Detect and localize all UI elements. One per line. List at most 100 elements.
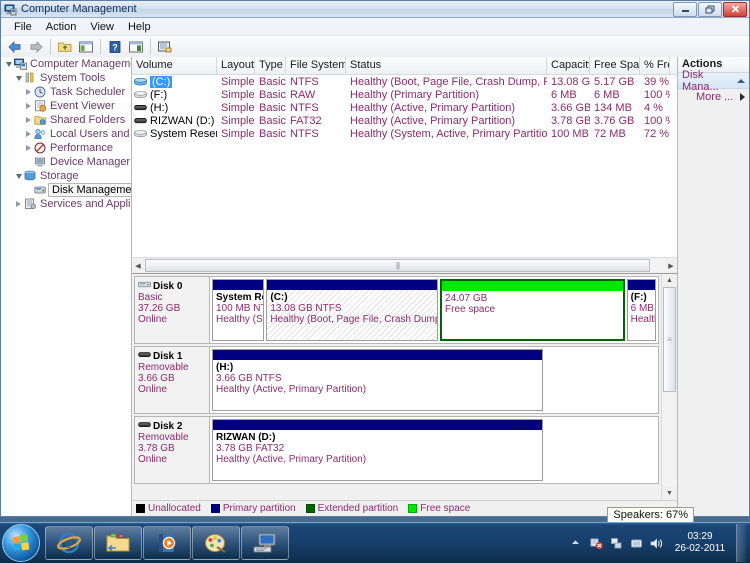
internet-explorer-icon[interactable]: e xyxy=(45,526,93,560)
menu-view[interactable]: View xyxy=(83,20,121,34)
properties-icon[interactable] xyxy=(126,37,146,56)
disk-row[interactable]: Disk 2 Removable 3.78 GB Online RIZWAN (D:) 3… xyxy=(134,416,659,484)
volume-row[interactable]: System Reserved Simple Basic NTFS Healthy (S… xyxy=(132,127,677,140)
back-icon[interactable] xyxy=(5,37,25,56)
vscroll-down-arrow[interactable]: ▼ xyxy=(663,487,676,500)
disk-info[interactable]: Disk 2 Removable 3.78 GB Online xyxy=(135,417,210,483)
tree-expander[interactable] xyxy=(13,173,24,179)
column-header-type[interactable]: Type xyxy=(255,57,286,74)
computer-management-taskbar-icon[interactable] xyxy=(241,526,289,560)
up-folder-icon[interactable] xyxy=(55,37,75,56)
tree-item-services-and-application[interactable]: Services and Application xyxy=(1,197,131,211)
computer-management-window: Computer Management File Action View Hel… xyxy=(0,0,750,517)
help-icon[interactable]: ? xyxy=(105,37,125,56)
column-header-capacity[interactable]: Capacity xyxy=(547,57,590,74)
cell-file-system: RAW xyxy=(290,88,316,101)
vscroll-up-arrow[interactable]: ▲ xyxy=(663,274,676,287)
show-hidden-icons-icon[interactable] xyxy=(569,536,584,551)
volume-list-hscrollbar[interactable]: ◀ ||| ▶ xyxy=(132,257,677,273)
partition-block[interactable]: 24.07 GB Free space xyxy=(440,279,625,341)
restore-button[interactable] xyxy=(698,1,722,17)
column-header-free-space[interactable]: Free Space xyxy=(590,57,640,74)
paint-icon[interactable] xyxy=(192,526,240,560)
device-manager-icon xyxy=(34,156,48,169)
volume-row[interactable]: RIZWAN (D:) Simple Basic FAT32 Healthy (Acti… xyxy=(132,114,677,127)
partition-block[interactable]: (F:)6 MB IHealth xyxy=(626,279,656,341)
start-button[interactable] xyxy=(2,524,40,562)
volume-icon[interactable] xyxy=(649,536,664,551)
taskbar-items: e xyxy=(45,526,289,560)
tree-root[interactable]: Computer Management (Lo xyxy=(1,57,131,71)
tree-expander[interactable] xyxy=(23,89,34,95)
column-header-status[interactable]: Status xyxy=(346,57,547,74)
column-header-file-system[interactable]: File System xyxy=(286,57,346,74)
vscroll-thumb[interactable]: ≡ xyxy=(663,287,676,392)
volume-row[interactable]: (F:) Simple Basic RAW Healthy (Primary Parti… xyxy=(132,88,677,101)
volume-list-header[interactable]: Volume Layout Type File System Status Capacit… xyxy=(132,57,677,75)
cell-percent-free: 4 % xyxy=(644,101,663,114)
console-tree[interactable]: Computer Management (Lo System Tools Task… xyxy=(1,57,132,516)
menu-action[interactable]: Action xyxy=(39,20,84,34)
partition-block[interactable]: (H:) 3.66 GB NTFS Healthy (Active, Primary… xyxy=(212,349,543,411)
tree-expander[interactable] xyxy=(23,103,34,109)
tree-expander[interactable] xyxy=(13,201,24,207)
cell-layout: Simple xyxy=(221,88,255,101)
tree-item-system-tools[interactable]: System Tools xyxy=(1,71,131,85)
disk-view-vscrollbar[interactable]: ▲ ≡ ▼ xyxy=(661,274,677,500)
network-icon[interactable] xyxy=(609,536,624,551)
hscroll-left-arrow[interactable]: ◀ xyxy=(132,259,144,272)
clock[interactable]: 03:29 26-02-2011 xyxy=(669,531,731,555)
close-button[interactable] xyxy=(723,1,747,17)
volume-row[interactable]: (C:) Simple Basic NTFS Healthy (Boot, Page F… xyxy=(132,75,677,88)
column-header-layout[interactable]: Layout xyxy=(217,57,255,74)
tree-expander[interactable] xyxy=(13,75,24,81)
tree-item-storage[interactable]: Storage xyxy=(1,169,131,183)
partition-block[interactable]: (C:) 13.08 GB NTFS Healthy (Boot, Page Fil… xyxy=(266,279,439,341)
partition-block[interactable]: System Reserve100 MB NTFSHealthy (System… xyxy=(212,279,265,341)
show-desktop-button[interactable] xyxy=(736,524,746,562)
cell-volume: RIZWAN (D:) xyxy=(132,115,217,127)
disk-scroll-area[interactable]: Disk 0Basic37.26 GBOnlineSystem Reserve1… xyxy=(132,274,661,500)
hscroll-thumb[interactable]: ||| xyxy=(145,259,650,272)
windows-explorer-icon[interactable] xyxy=(94,526,142,560)
tree-item-task-scheduler[interactable]: Task Scheduler xyxy=(1,85,131,99)
tree-expander[interactable] xyxy=(23,145,34,151)
refresh-icon[interactable] xyxy=(155,37,175,56)
tree-item-disk-management[interactable]: Disk Management xyxy=(1,183,131,197)
forward-icon[interactable] xyxy=(26,37,46,56)
cell-capacity: 6 MB xyxy=(551,88,577,101)
volume-row[interactable]: (H:) Simple Basic NTFS Healthy (Active, Prim… xyxy=(132,101,677,114)
media-player-icon[interactable] xyxy=(143,526,191,560)
hscroll-right-arrow[interactable]: ▶ xyxy=(665,259,677,272)
disk-info[interactable]: Disk 0 Basic 37.26 GB Online xyxy=(135,277,210,343)
menu-file[interactable]: File xyxy=(7,20,39,34)
tree-item-event-viewer[interactable]: Event Viewer xyxy=(1,99,131,113)
volume-list[interactable]: Volume Layout Type File System Status Capacit… xyxy=(132,57,677,274)
chevron-right-icon[interactable] xyxy=(740,92,745,101)
show-hide-tree-icon[interactable] xyxy=(76,37,96,56)
tree-expander[interactable] xyxy=(23,131,34,137)
hscroll-track[interactable]: ||| xyxy=(144,259,665,272)
tree-item-local-users-and-grou[interactable]: Local Users and Grou xyxy=(1,127,131,141)
disk-row[interactable]: Disk 1 Removable 3.66 GB Online (H:) 3.66 GB … xyxy=(134,346,659,414)
tree-item-device-manager[interactable]: Device Manager xyxy=(1,155,131,169)
vscroll-track[interactable]: ≡ xyxy=(663,287,676,487)
column-header-volume[interactable]: Volume xyxy=(132,57,217,74)
column-header--fre[interactable]: % Fre xyxy=(640,57,670,74)
actions-disk-management[interactable]: Disk Mana... xyxy=(678,69,749,93)
disk-info[interactable]: Disk 1 Removable 3.66 GB Online xyxy=(135,347,210,413)
tree-expander[interactable] xyxy=(23,117,34,123)
root-expander[interactable] xyxy=(3,61,14,67)
window-body: Computer Management (Lo System Tools Task… xyxy=(1,57,749,516)
tree-item-shared-folders[interactable]: Shared Folders xyxy=(1,113,131,127)
minimize-button[interactable] xyxy=(673,1,697,17)
chevron-up-icon[interactable] xyxy=(737,78,745,83)
partition-block[interactable]: RIZWAN (D:) 3.78 GB FAT32 Healthy (Active,… xyxy=(212,419,543,481)
disk-row[interactable]: Disk 0Basic37.26 GBOnlineSystem Reserve1… xyxy=(134,276,659,344)
action-center-icon[interactable] xyxy=(589,536,604,551)
tree-item-performance[interactable]: Performance xyxy=(1,141,131,155)
flag-icon[interactable] xyxy=(629,536,644,551)
cell-file-system: NTFS xyxy=(290,127,319,140)
actions-more-label: More ... xyxy=(696,90,734,103)
menu-help[interactable]: Help xyxy=(121,20,158,34)
